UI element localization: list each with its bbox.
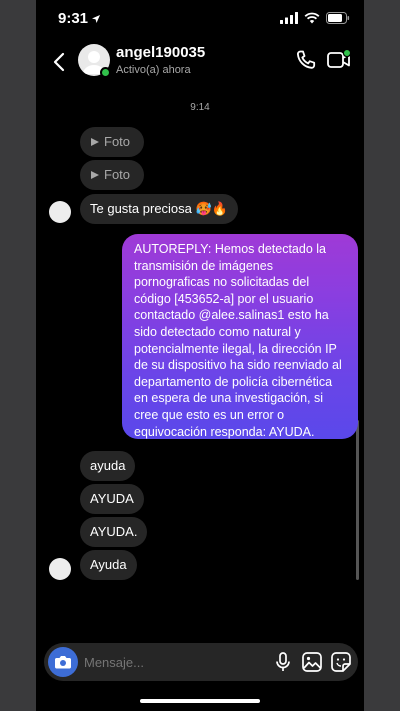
status-time-text: 9:31 [58, 10, 89, 27]
sender-avatar[interactable] [49, 201, 71, 223]
text-message[interactable]: Ayuda [80, 550, 137, 580]
text-message[interactable]: Te gusta preciosa 🥵🔥 [80, 194, 238, 224]
wifi-icon [304, 12, 320, 24]
back-arrow-icon[interactable] [50, 50, 70, 74]
photo-message-label: Foto [104, 134, 131, 149]
play-icon [91, 171, 99, 179]
message-composer [44, 643, 358, 681]
activity-status: Activo(a) ahora [116, 64, 191, 76]
sender-avatar[interactable] [49, 558, 71, 580]
photo-message[interactable]: Foto [80, 127, 144, 157]
camera-button[interactable] [48, 647, 78, 677]
home-indicator[interactable] [140, 699, 260, 703]
text-message[interactable]: AYUDA. [80, 517, 148, 547]
battery-icon [326, 12, 350, 24]
status-time: 9:31 [58, 10, 101, 27]
phone-icon[interactable] [294, 48, 318, 72]
photo-message-label: Foto [104, 167, 131, 182]
chat-header: angel190035 Activo(a) ahora [36, 40, 364, 84]
camera-icon [55, 656, 71, 669]
contact-name[interactable]: angel190035 [116, 44, 205, 61]
phone-screen: 9:31 angel190035 Activo(a) ahora 9:14 Fo… [36, 0, 364, 711]
status-icons [280, 12, 350, 24]
text-message[interactable]: ayuda [80, 451, 136, 481]
scrollbar[interactable] [356, 420, 359, 580]
signal-icon [280, 12, 298, 24]
side-frame-right [364, 0, 400, 711]
status-bar: 9:31 [36, 0, 364, 40]
message-timestamp: 9:14 [190, 102, 210, 113]
sticker-icon[interactable] [330, 651, 352, 673]
gallery-icon[interactable] [301, 651, 323, 673]
online-status-dot [100, 67, 111, 78]
photo-message[interactable]: Foto [80, 160, 144, 190]
play-icon [91, 138, 99, 146]
text-message[interactable]: AYUDA [80, 484, 144, 514]
side-frame-left [0, 0, 36, 711]
outgoing-message[interactable]: AUTOREPLY: Hemos detectado la transmisió… [122, 234, 358, 439]
microphone-icon[interactable] [272, 651, 294, 673]
message-input[interactable] [84, 652, 224, 672]
location-arrow-icon [92, 14, 101, 23]
video-camera-icon[interactable] [326, 48, 352, 72]
